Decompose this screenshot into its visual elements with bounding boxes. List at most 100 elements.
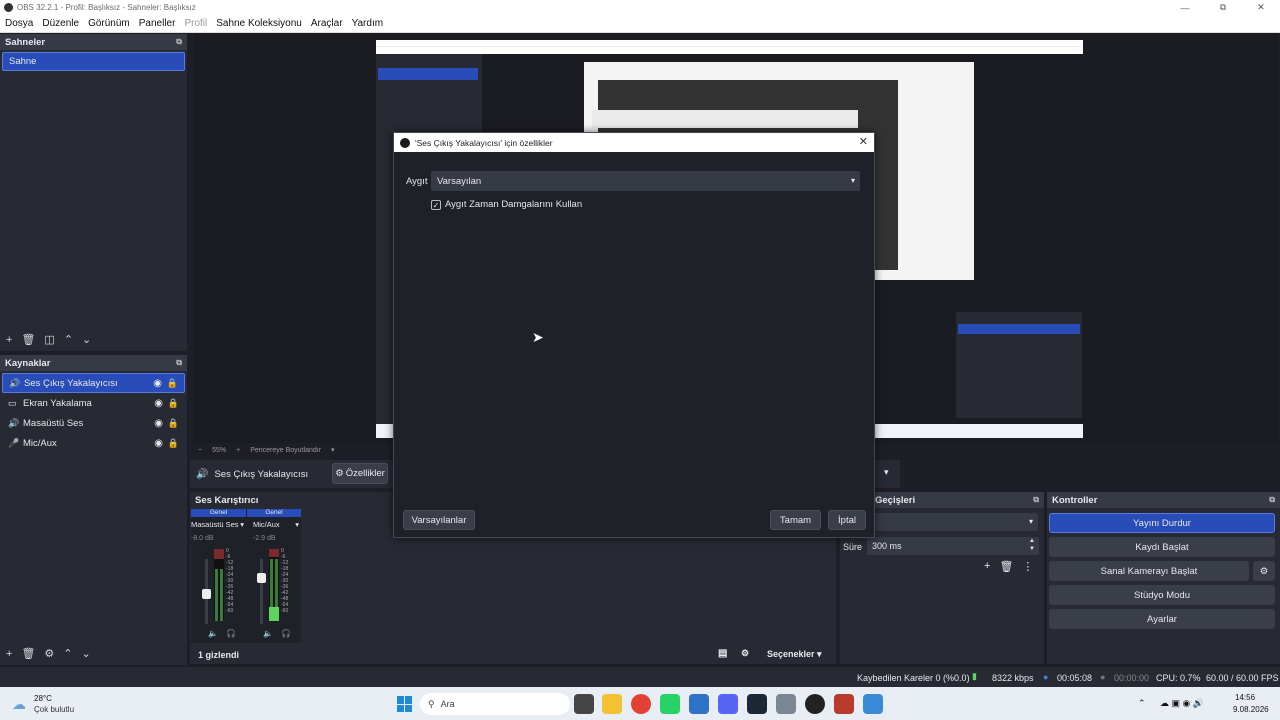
mute-speaker-icon[interactable]: 🔈 [263, 629, 273, 638]
add-transition-icon[interactable]: + [984, 560, 990, 573]
tray-icons[interactable]: ☁ ▣ ◉ 🔊 [1160, 698, 1204, 709]
close-window-button[interactable]: ✕ [1242, 0, 1280, 15]
discord-icon[interactable] [718, 694, 738, 714]
cancel-button[interactable]: İptal [828, 510, 866, 530]
obs-logo-icon [400, 137, 410, 148]
lock-icon[interactable]: 🔒 [167, 378, 178, 389]
close-icon[interactable]: ✕ [859, 135, 868, 148]
duration-label: Süre [843, 542, 863, 552]
chevron-down-icon[interactable]: ▾ [884, 467, 889, 478]
scene-filters-icon[interactable]: ◫ [44, 333, 54, 346]
start-virtual-camera-button[interactable]: Sanal Kamerayı Başlat [1049, 561, 1249, 581]
source-item[interactable]: 🎤 Mic/Aux ◉ 🔒 [2, 433, 185, 453]
speaker-icon: 🔊 [8, 417, 20, 428]
clock-time[interactable]: 14:56 [1235, 693, 1255, 702]
undock-icon[interactable]: ⧉ [176, 358, 182, 368]
steam-icon[interactable] [747, 694, 767, 714]
lock-icon[interactable]: 🔒 [168, 418, 179, 429]
undock-icon[interactable]: ⧉ [1033, 495, 1039, 505]
volume-slider-track[interactable] [257, 559, 266, 624]
visibility-eye-icon[interactable]: ◉ [153, 378, 162, 389]
visibility-eye-icon[interactable]: ◉ [154, 398, 163, 409]
volume-slider-handle[interactable] [257, 573, 266, 583]
mixer-options[interactable]: Seçenekler ▾ [767, 649, 822, 660]
lock-icon[interactable]: 🔒 [168, 398, 179, 409]
remove-scene-icon[interactable]: 🗑 [21, 333, 35, 346]
lock-icon[interactable]: 🔒 [168, 438, 179, 449]
studio-mode-button[interactable]: Stüdyo Modu [1049, 585, 1275, 605]
chevron-down-icon[interactable]: ▾ [240, 520, 244, 529]
menu-docks[interactable]: Paneller [139, 18, 176, 29]
menu-edit[interactable]: Düzenle [42, 18, 79, 29]
remove-transition-icon[interactable]: 🗑 [999, 560, 1013, 573]
move-down-icon[interactable]: ⌄ [82, 647, 91, 660]
task-view-icon[interactable] [574, 694, 594, 714]
mute-speaker-icon[interactable]: 🔈 [208, 629, 218, 638]
volume-slider-handle[interactable] [202, 589, 211, 599]
device-select[interactable]: Varsayılan ▾ [431, 171, 860, 191]
menu-tools[interactable]: Araçlar [311, 18, 343, 29]
settings-button[interactable]: Ayarlar [1049, 609, 1275, 629]
more-options-icon[interactable]: ⋮ [1022, 560, 1033, 573]
source-properties-gear-icon[interactable]: ⚙ [44, 647, 54, 660]
start-recording-button[interactable]: Kaydı Başlat [1049, 537, 1275, 557]
move-down-icon[interactable]: ⌄ [82, 333, 91, 346]
clock-date[interactable]: 9.08.2026 [1233, 705, 1269, 714]
outlook-icon[interactable] [689, 694, 709, 714]
remove-source-icon[interactable]: 🗑 [21, 647, 35, 660]
menu-help[interactable]: Yardım [352, 18, 384, 29]
menu-file[interactable]: Dosya [5, 18, 33, 29]
fit-to-window[interactable]: Pencereye Boyutlandır [250, 447, 321, 454]
weather-temp[interactable]: 28°C [34, 694, 52, 703]
chevron-down-icon[interactable]: ▾ [331, 446, 335, 454]
ok-button[interactable]: Tamam [770, 510, 821, 530]
duration-input[interactable]: 300 ms ▲ ▼ [867, 537, 1039, 555]
status-bar: Kaybedilen Kareler 0 (%0.0) ▮ 8322 kbps … [0, 667, 1280, 687]
mixer-gear-icon[interactable]: ⚙ [741, 648, 749, 659]
add-source-icon[interactable]: + [6, 648, 12, 660]
obs-taskbar-icon[interactable] [805, 694, 825, 714]
visibility-eye-icon[interactable]: ◉ [154, 438, 163, 449]
windows-start-icon[interactable] [397, 696, 413, 712]
menu-profile[interactable]: Profil [184, 18, 207, 29]
add-scene-icon[interactable]: + [6, 334, 12, 346]
visibility-eye-icon[interactable]: ◉ [154, 418, 163, 429]
undock-icon[interactable]: ⧉ [1269, 495, 1275, 505]
virtual-camera-gear-icon[interactable]: ⚙ [1253, 561, 1275, 581]
menu-view[interactable]: Görünüm [88, 18, 130, 29]
signal-bars-icon: ▮ [972, 671, 977, 681]
checkbox-icon[interactable]: ✓ [431, 199, 441, 210]
stop-streaming-button[interactable]: Yayını Durdur [1049, 513, 1275, 533]
hidden-count[interactable]: 1 gizlendi [198, 650, 239, 660]
layout-icon[interactable]: ▤ [718, 648, 727, 659]
minimize-button[interactable]: — [1166, 0, 1204, 15]
properties-button[interactable]: ⚙ Özellikler [332, 463, 388, 484]
scene-item[interactable]: Sahne [2, 52, 185, 71]
chrome-icon[interactable] [631, 694, 651, 714]
chevron-down-icon[interactable]: ▾ [295, 520, 299, 529]
source-item[interactable]: 🔊 Masaüstü Ses ◉ 🔒 [2, 413, 185, 433]
monitor-headphone-icon[interactable]: 🎧 [281, 629, 291, 638]
source-item[interactable]: 🔊 Ses Çıkış Yakalayıcısı ◉ 🔒 [2, 373, 185, 393]
taskbar-search-box[interactable]: ⚲ Ara [420, 693, 570, 715]
tray-chevron-icon[interactable]: ⌃ [1138, 698, 1146, 709]
settings-gear-icon[interactable] [776, 694, 796, 714]
maximize-button[interactable]: ⧉ [1204, 0, 1242, 15]
stepper-arrows-icon[interactable]: ▲ ▼ [1029, 537, 1035, 553]
undock-icon[interactable]: ⧉ [176, 37, 182, 47]
defaults-button[interactable]: Varsayılanlar [403, 510, 475, 530]
move-up-icon[interactable]: ⌃ [64, 333, 73, 346]
use-device-timestamps[interactable]: ✓ Aygıt Zaman Damgalarını Kullan [431, 199, 582, 210]
volume-slider-track[interactable] [202, 559, 211, 624]
whatsapp-icon[interactable] [660, 694, 680, 714]
app-red-icon[interactable] [834, 694, 854, 714]
weather-desc[interactable]: Çok bulutlu [34, 705, 74, 714]
zoom-out-icon[interactable]: − [198, 447, 202, 454]
file-explorer-icon[interactable] [602, 694, 622, 714]
source-item[interactable]: ▭ Ekran Yakalama ◉ 🔒 [2, 393, 185, 413]
zoom-in-icon[interactable]: + [236, 447, 240, 454]
menu-scene-collection[interactable]: Sahne Koleksiyonu [216, 18, 302, 29]
move-up-icon[interactable]: ⌃ [63, 647, 72, 660]
app-blue-icon[interactable] [863, 694, 883, 714]
monitor-headphone-icon[interactable]: 🎧 [226, 629, 236, 638]
